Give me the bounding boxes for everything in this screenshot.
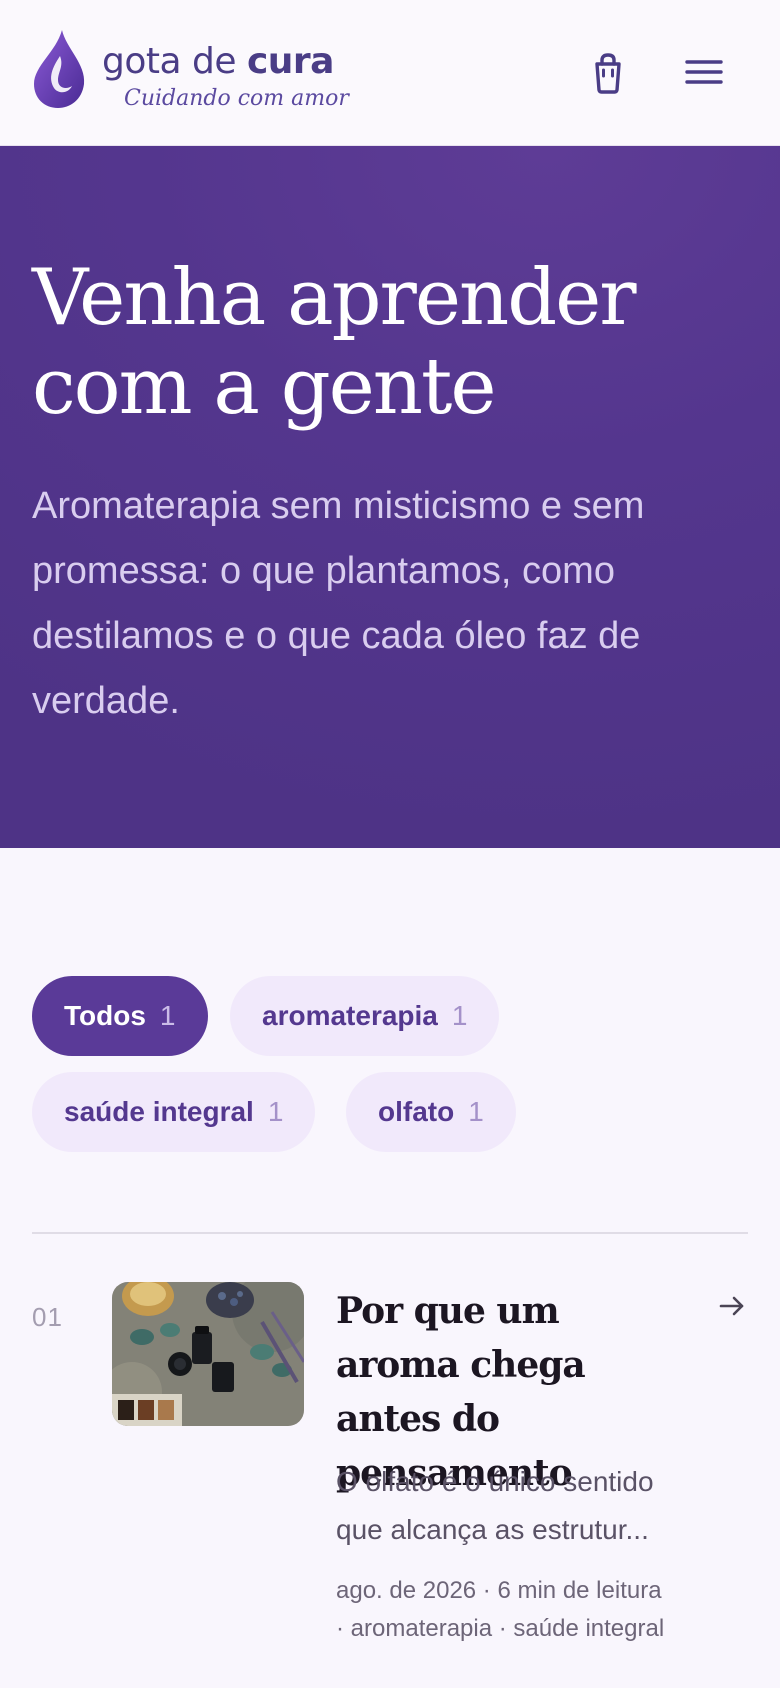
- hero-title-line-1: Venha aprender: [32, 253, 637, 343]
- hamburger-menu-icon: [685, 60, 723, 84]
- article-arrow-link[interactable]: [716, 1290, 748, 1322]
- filter-count: 1: [159, 1000, 176, 1031]
- filter-chip-olfato[interactable]: olfato 1: [346, 1072, 516, 1152]
- filter-count: 1: [468, 1096, 484, 1127]
- menu-button[interactable]: [682, 52, 726, 92]
- article-item[interactable]: 01 Por que um aroma chega antes do pensa…: [0, 1234, 780, 1688]
- shopping-bag-icon: [595, 53, 621, 94]
- logo-wordmark: gota de cura: [102, 41, 334, 82]
- arrow-right-icon: [719, 1296, 744, 1316]
- hero-subtitle: Aromaterapia sem misticismo e sem promes…: [32, 485, 645, 722]
- cart-button[interactable]: [588, 50, 628, 98]
- filter-label: aromaterapia: [262, 1000, 438, 1031]
- filter-label: saúde integral: [64, 1096, 254, 1127]
- article-thumbnail[interactable]: [112, 1282, 304, 1426]
- filter-label: Todos: [64, 1000, 146, 1031]
- article-excerpt: O olfato é o único sentido que alcança a…: [336, 1466, 654, 1545]
- logo-tagline: Cuidando com amor: [124, 86, 349, 111]
- filter-chip-aromaterapia[interactable]: aromaterapia 1: [230, 976, 500, 1056]
- filter-chip-saude-integral[interactable]: saúde integral 1: [32, 1072, 316, 1152]
- site-header: gota de cura Cuidando com amor: [0, 0, 780, 146]
- filter-count: 1: [451, 1000, 468, 1031]
- hero-title: Venha aprender com a gente: [32, 254, 732, 432]
- logo-link[interactable]: gota de cura Cuidando com amor: [32, 28, 349, 118]
- article-number: 01: [32, 1302, 63, 1332]
- article-thumbnail-image: [112, 1282, 304, 1426]
- drop-logo-icon: [34, 30, 85, 108]
- filter-chip-todos[interactable]: Todos 1: [32, 976, 208, 1056]
- filter-label: olfato: [378, 1096, 455, 1127]
- filter-count: 1: [267, 1096, 284, 1127]
- article-meta: ago. de 2026 · 6 min de leitura · aromat…: [336, 1577, 665, 1642]
- hero-title-line-2: com a gente: [32, 342, 497, 432]
- hero-section: Venha aprender com a gente Aromaterapia …: [0, 146, 780, 848]
